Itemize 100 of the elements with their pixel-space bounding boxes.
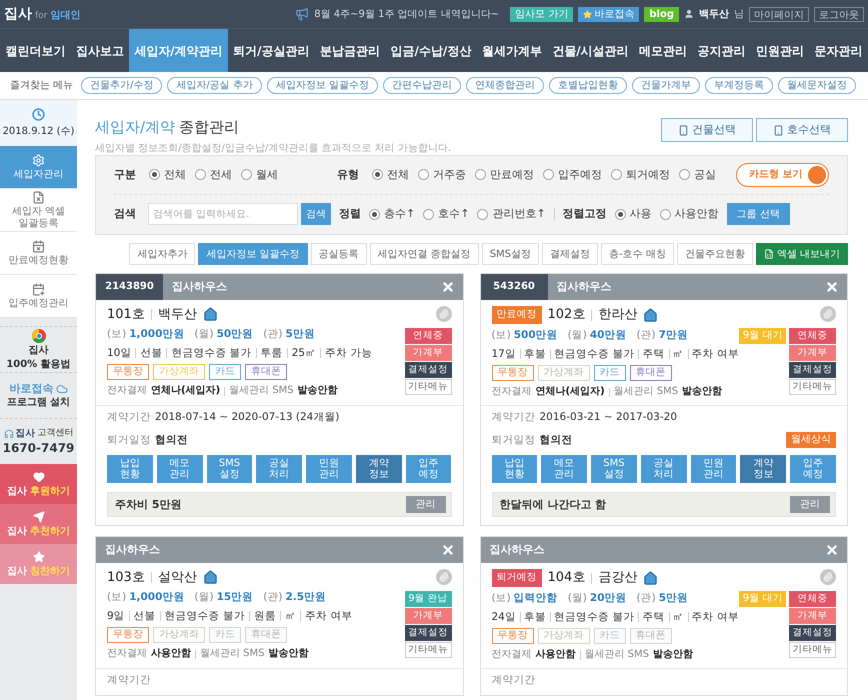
radio-button[interactable]: [660, 208, 671, 220]
overdue-button[interactable]: 연체중: [404, 328, 452, 344]
more-menu-button[interactable]: 기타메뉴: [789, 379, 836, 395]
favorite-menu-pill[interactable]: 건물가계부: [632, 77, 700, 94]
action-button[interactable]: 입주 예정: [406, 455, 452, 483]
sidebar-item[interactable]: 입주예정관리: [0, 275, 77, 318]
manage-button[interactable]: 관리: [790, 496, 830, 513]
more-menu-button[interactable]: 기타메뉴: [789, 642, 836, 658]
payment-settings-button[interactable]: 결제설정: [404, 625, 452, 641]
nav-tab[interactable]: 민원관리: [750, 29, 810, 72]
payment-settings-button[interactable]: 결제설정: [404, 362, 452, 378]
more-menu-button[interactable]: 기타메뉴: [404, 642, 452, 658]
ledger-button[interactable]: 가계부: [789, 345, 836, 361]
favorite-menu-pill[interactable]: 부계정등록: [705, 77, 774, 94]
radio-button[interactable]: [543, 169, 554, 180]
manage-button[interactable]: 관리: [406, 496, 446, 513]
sidebar-action-banner[interactable]: 집사 추천하기: [0, 504, 77, 544]
nav-tab[interactable]: 메모관리: [634, 29, 692, 72]
favorite-menu-pill[interactable]: 연체종합관리: [466, 77, 544, 94]
nav-tab[interactable]: 건물/시설관리: [547, 29, 634, 72]
nav-tab[interactable]: 분납금관리: [314, 29, 386, 72]
ledger-button[interactable]: 가계부: [404, 345, 452, 361]
radio-button[interactable]: [477, 208, 488, 220]
paid-status-badge[interactable]: 9월 완납: [404, 591, 452, 607]
favorite-menu-pill[interactable]: 호별납입현황: [549, 77, 628, 94]
action-button[interactable]: 공실 처리: [640, 455, 687, 483]
paperclip-icon[interactable]: [820, 569, 836, 585]
nav-tab[interactable]: 공지관리: [692, 29, 751, 72]
nav-tab[interactable]: 세입자/계약관리: [129, 29, 228, 72]
update-notice[interactable]: 8월 4주~9월 1주 업데이트 내역입니다~: [314, 6, 500, 22]
action-button[interactable]: 민원 관리: [306, 455, 352, 483]
group-select-button[interactable]: 그룹 선택: [726, 203, 790, 226]
paperclip-icon[interactable]: [436, 306, 452, 322]
blog-button[interactable]: blog: [644, 6, 679, 22]
toolbar-button[interactable]: 세입자추가: [129, 243, 196, 265]
radio-button[interactable]: [241, 169, 252, 180]
favorite-menu-pill[interactable]: 간편수납관리: [383, 77, 462, 94]
paperclip-icon[interactable]: [436, 569, 452, 585]
radio-button[interactable]: [614, 208, 626, 220]
favorite-menu-pill[interactable]: 세입자/공실 추가: [167, 77, 262, 94]
favorite-menu-pill[interactable]: 월세문자설정: [778, 77, 856, 94]
nav-tab[interactable]: 월세가계부: [476, 29, 548, 72]
action-button[interactable]: 납입 현황: [107, 455, 153, 483]
header-link[interactable]: 마이페이지: [749, 6, 809, 22]
radio-button[interactable]: [418, 169, 429, 180]
toolbar-button[interactable]: 층-호수 매칭: [601, 243, 674, 265]
action-button[interactable]: SMS 설정: [591, 455, 637, 483]
action-button[interactable]: 메모 관리: [541, 455, 588, 483]
quick-access-button[interactable]: 바로접속: [578, 6, 640, 22]
promo-banner[interactable]: 바로접속 프로그램 설치: [0, 372, 77, 418]
card-view-toggle[interactable]: 카드형 보기: [736, 162, 829, 187]
house-icon[interactable]: [202, 570, 218, 585]
radio-button[interactable]: [372, 169, 383, 180]
favorite-menu-pill[interactable]: 건물추가/수정: [81, 77, 162, 94]
toolbar-button[interactable]: 엑셀 내보내기: [756, 243, 848, 265]
sidebar-action-banner[interactable]: 집사 칭찬하기: [0, 544, 77, 584]
nav-tab[interactable]: 집사보고: [70, 29, 129, 72]
community-button[interactable]: 임사모 가기: [510, 6, 574, 22]
action-button[interactable]: 계약 정보: [740, 455, 786, 483]
action-button[interactable]: 계약 정보: [356, 455, 402, 483]
toolbar-button[interactable]: 세입자연결 종합설정: [370, 243, 479, 265]
sidebar-item[interactable]: 세입자관리: [0, 146, 77, 189]
promo-banner[interactable]: 집사 100% 활용법: [0, 326, 77, 372]
house-icon[interactable]: [643, 308, 658, 322]
close-icon[interactable]: [440, 543, 454, 557]
action-button[interactable]: 납입 현황: [492, 455, 538, 483]
toolbar-button[interactable]: 건물주요현황: [676, 243, 753, 265]
toolbar-button[interactable]: 세입자정보 일괄수정: [198, 243, 308, 265]
search-field[interactable]: 검색어를 입력하세요.: [148, 203, 298, 226]
action-button[interactable]: 메모 관리: [156, 455, 203, 483]
action-button[interactable]: 공실 처리: [256, 455, 302, 483]
radio-button[interactable]: [611, 169, 622, 180]
search-button[interactable]: 검색: [301, 203, 331, 226]
action-button[interactable]: 민원 관리: [690, 455, 736, 483]
select-button[interactable]: 호수선택: [756, 118, 848, 142]
more-menu-button[interactable]: 기타메뉴: [404, 379, 452, 395]
radio-button[interactable]: [475, 169, 486, 180]
action-button[interactable]: 입주 예정: [790, 455, 836, 483]
radio-button[interactable]: [369, 208, 380, 220]
radio-button[interactable]: [149, 169, 160, 180]
sidebar-action-banner[interactable]: 집사 후원하기: [0, 464, 77, 504]
payment-settings-button[interactable]: 결제설정: [789, 362, 836, 378]
nav-tab[interactable]: 문자관리: [809, 29, 868, 72]
radio-button[interactable]: [679, 169, 690, 180]
toolbar-button[interactable]: SMS설정: [482, 243, 540, 265]
logo[interactable]: 집사: [4, 4, 32, 24]
sidebar-item[interactable]: 세입자 엑셀 일괄등록: [0, 189, 77, 232]
toolbar-button[interactable]: 공실등록: [310, 243, 366, 265]
header-link[interactable]: 로그아웃: [814, 6, 864, 22]
action-button[interactable]: SMS 설정: [206, 455, 252, 483]
house-icon[interactable]: [202, 307, 218, 322]
paperclip-icon[interactable]: [820, 306, 836, 322]
favorite-menu-pill[interactable]: 세입자정보 일괄수정: [266, 77, 378, 94]
nav-tab[interactable]: 캘린더보기: [0, 29, 70, 72]
select-button[interactable]: 건물선택: [661, 118, 753, 142]
ledger-button[interactable]: 가계부: [404, 608, 452, 624]
radio-button[interactable]: [195, 169, 206, 180]
radio-button[interactable]: [423, 208, 434, 220]
rent-tips-button[interactable]: 월세상식: [786, 432, 836, 448]
close-icon[interactable]: [440, 280, 454, 294]
